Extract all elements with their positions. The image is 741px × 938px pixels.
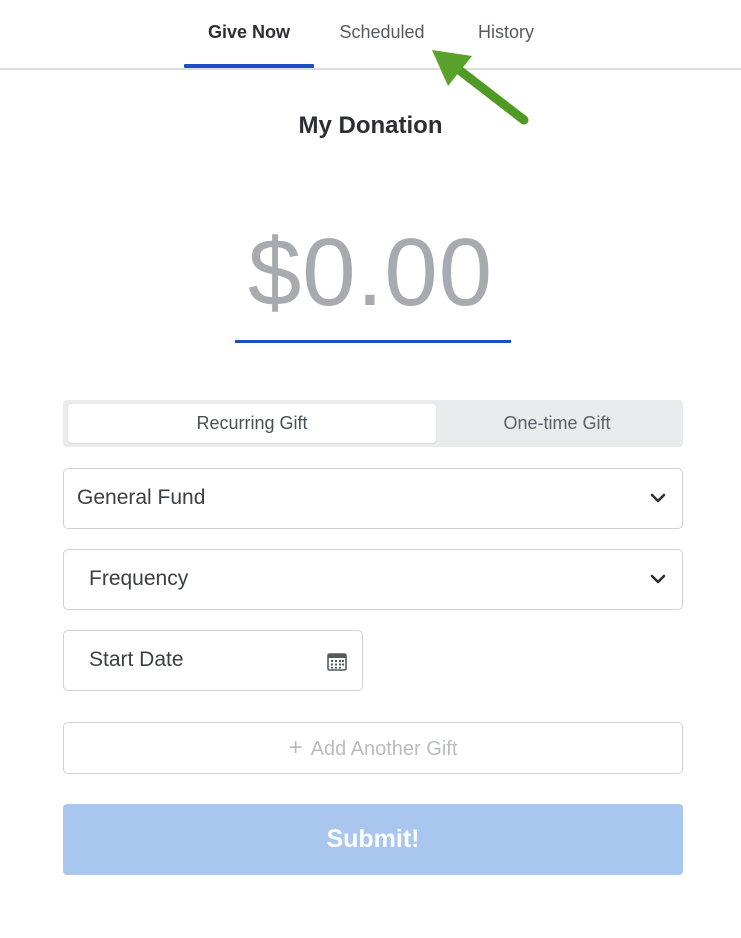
plus-icon: + [288,734,303,761]
page-title: My Donation [298,112,443,139]
frequency-select-value: Frequency [89,567,189,590]
recurring-gift-option[interactable]: Recurring Gift [68,404,436,443]
add-another-gift-button[interactable]: + Add Another Gift [63,722,683,774]
tab-give-now[interactable]: Give Now [184,22,314,68]
calendar-icon[interactable] [327,651,347,671]
fund-select-value: General Fund [77,486,206,509]
submit-button[interactable]: Submit! [63,804,683,875]
tab-bar: Give Now Scheduled History [0,0,741,70]
add-gift-label: Add Another Gift [310,738,458,760]
gift-type-toggle: Recurring Gift One-time Gift [63,400,683,447]
one-time-gift-option[interactable]: One-time Gift [436,404,678,443]
donation-amount-input[interactable]: $0.00 [0,218,741,328]
chevron-down-icon [650,574,666,584]
active-tab-indicator [184,64,314,68]
frequency-select[interactable]: Frequency [63,549,683,610]
fund-select[interactable]: General Fund [63,468,683,529]
amount-underline [235,340,511,343]
start-date-field[interactable]: Start Date [63,630,363,691]
start-date-placeholder: Start Date [89,648,184,671]
chevron-down-icon [650,493,666,503]
